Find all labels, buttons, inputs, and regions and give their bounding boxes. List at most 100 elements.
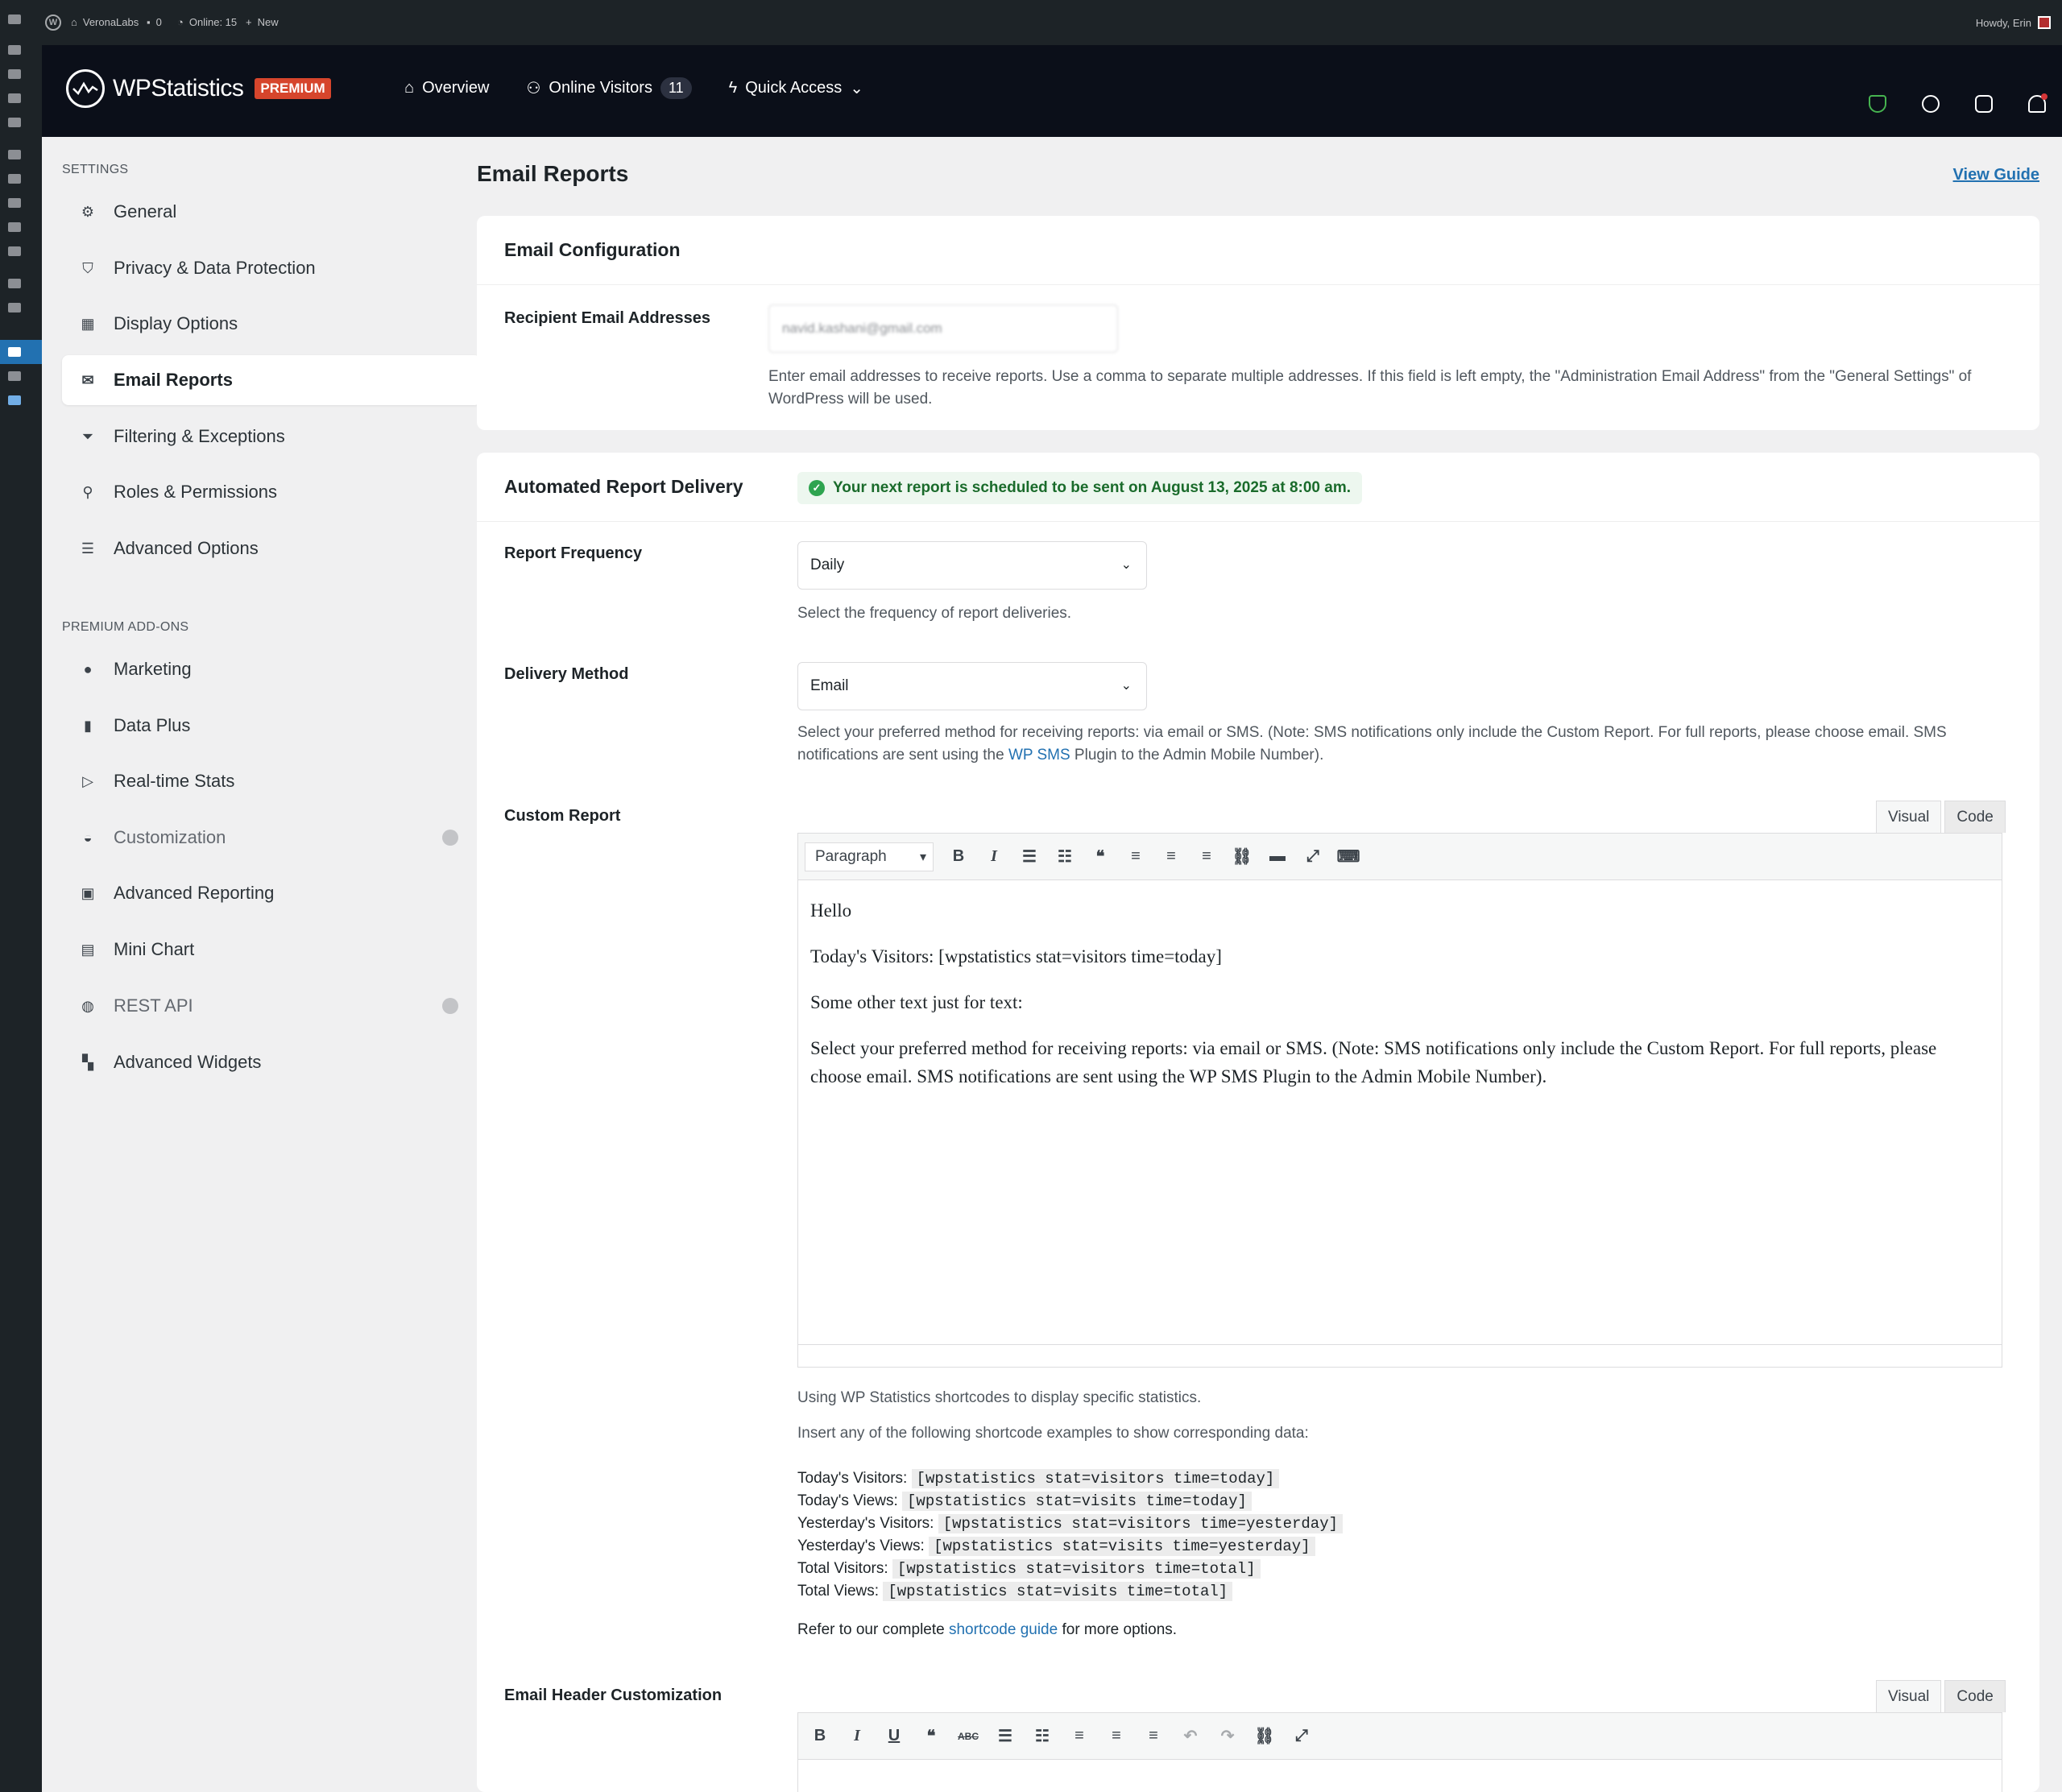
align-right-icon[interactable]: ≡ <box>1143 1726 1164 1747</box>
redo-icon[interactable]: ↷ <box>1217 1726 1238 1747</box>
appearance-icon[interactable] <box>8 150 21 159</box>
pin-icon[interactable] <box>8 45 21 55</box>
shortcode-list: Today's Visitors: [wpstatistics stat=vis… <box>797 1467 1343 1603</box>
api-icon: ◍ <box>81 997 94 1014</box>
delivery-method-help-text: Select your preferred method for receivi… <box>797 724 1947 764</box>
tab-code[interactable]: Code <box>1944 801 2006 833</box>
align-left-icon[interactable]: ≡ <box>1069 1726 1090 1747</box>
editor-resize-bar[interactable] <box>798 1344 2002 1367</box>
sidebar-item-filtering[interactable]: ⏷ Filtering & Exceptions <box>62 412 481 461</box>
mail-icon[interactable] <box>8 279 21 288</box>
sidebar-item-privacy[interactable]: ⛉ Privacy & Data Protection <box>62 243 481 293</box>
link-icon[interactable]: ⛓ <box>1254 1726 1275 1747</box>
bold-icon[interactable]: B <box>948 846 969 867</box>
shortcode-guide-link[interactable]: shortcode guide <box>949 1621 1058 1638</box>
email-configuration-title: Email Configuration <box>477 216 2039 285</box>
blockquote-icon[interactable]: ❝ <box>921 1726 942 1747</box>
list-item: Today's Visitors: [wpstatistics stat=vis… <box>797 1467 1343 1490</box>
shield-check-icon: ⛉ <box>82 259 93 276</box>
wp-logo-menu[interactable]: W <box>45 14 61 31</box>
shortcode-guide-text: Refer to our complete shortcode guide fo… <box>797 1621 1178 1638</box>
page-title: Email Reports <box>477 161 629 186</box>
toolbar-toggle-icon[interactable]: ⌨ <box>1337 846 1360 867</box>
delivery-method-select[interactable]: Email ⌄ <box>797 662 1147 710</box>
new-content-link[interactable]: + New <box>246 16 279 28</box>
plugins-icon[interactable] <box>8 174 21 184</box>
link-icon[interactable]: ⛓ <box>1232 846 1253 867</box>
wp-sms-link[interactable]: WP SMS <box>1008 747 1070 764</box>
frequency-select[interactable]: Daily ⌄ <box>797 541 1147 590</box>
my-account-link[interactable]: Howdy, Erin <box>1976 16 2051 29</box>
sidebar-item-advanced-options[interactable]: ☰ Advanced Options <box>62 524 481 573</box>
online-link[interactable]: ◔ Online: 15 <box>177 16 237 28</box>
bell-icon[interactable] <box>2028 93 2048 113</box>
italic-icon[interactable]: I <box>983 846 1004 867</box>
bullet-list-icon[interactable]: ☰ <box>995 1726 1016 1747</box>
sidebar-item-rest-api[interactable]: ◍ REST API <box>62 981 481 1031</box>
tab-visual[interactable]: Visual <box>1876 801 1942 833</box>
sidebar-item-email-reports[interactable]: ✉ Email Reports <box>62 355 481 405</box>
statistics-icon[interactable] <box>8 347 21 357</box>
numbered-list-icon[interactable]: ☷ <box>1032 1726 1053 1747</box>
fullscreen-icon[interactable]: ⤢ <box>1291 1726 1312 1747</box>
sidebar-item-display-options[interactable]: ▦ Display Options <box>62 299 481 349</box>
admin-menu-item-active[interactable] <box>0 340 42 364</box>
gear-icon[interactable] <box>1922 95 1940 113</box>
bullet-list-icon[interactable]: ☰ <box>1019 846 1040 867</box>
undo-icon[interactable]: ↶ <box>1180 1726 1201 1747</box>
chevron-down-icon: ⌄ <box>1120 679 1132 693</box>
sidebar-item-mini-chart[interactable]: ▤ Mini Chart <box>62 925 481 975</box>
sidebar-item-marketing[interactable]: ● Marketing <box>62 644 481 694</box>
sidebar-item-roles[interactable]: ⚲ Roles & Permissions <box>62 467 481 517</box>
read-more-icon[interactable]: ▬ <box>1267 846 1288 867</box>
underline-icon[interactable]: U <box>884 1726 905 1747</box>
tools-icon[interactable] <box>8 222 21 232</box>
shield-icon[interactable] <box>1869 95 1886 113</box>
italic-icon[interactable]: I <box>847 1726 867 1747</box>
comments-icon[interactable] <box>8 118 21 127</box>
circle-icon[interactable] <box>8 395 21 405</box>
settings-icon[interactable] <box>8 246 21 256</box>
format-select[interactable]: Paragraph <box>805 842 934 871</box>
align-left-icon[interactable]: ≡ <box>1125 846 1146 867</box>
email-header-editor: B I U ❝ ABC ☰ ☷ ≡ ≡ ≡ ↶ ↷ ⛓ ⤢ <box>797 1712 2002 1792</box>
sidebar-item-data-plus[interactable]: ▮ Data Plus <box>62 701 481 751</box>
sidebar-item-advanced-reporting[interactable]: ▣ Advanced Reporting <box>62 868 481 918</box>
align-right-icon[interactable]: ≡ <box>1196 846 1217 867</box>
tab-visual[interactable]: Visual <box>1876 1680 1942 1712</box>
dashboard-icon[interactable] <box>8 14 21 24</box>
fullscreen-icon[interactable]: ⤢ <box>1302 846 1323 867</box>
pages-icon[interactable] <box>8 93 21 103</box>
frequency-label: Report Frequency <box>504 544 643 562</box>
comments-link[interactable]: ▪ 0 <box>147 16 162 28</box>
nav-quick-access[interactable]: ϟ Quick Access ⌄ <box>729 77 863 99</box>
sidebar-item-advanced-widgets[interactable]: ▚ Advanced Widgets <box>62 1037 481 1087</box>
site-name-link[interactable]: ⌂ VeronaLabs <box>71 16 139 28</box>
sidebar-item-realtime-stats[interactable]: ▷ Real-time Stats <box>62 756 481 806</box>
sidebar-item-customization[interactable]: ◒ Customization <box>62 813 481 863</box>
bold-icon[interactable]: B <box>809 1726 830 1747</box>
chart-icon[interactable] <box>8 371 21 381</box>
strikethrough-icon[interactable]: ABC <box>958 1726 979 1747</box>
menu-icon[interactable] <box>8 303 21 312</box>
users-icon[interactable] <box>8 198 21 208</box>
online-icon: ◔ <box>177 16 184 28</box>
view-guide-link[interactable]: View Guide <box>1953 166 2039 184</box>
editor-toolbar: Paragraph B I ☰ ☷ ❝ ≡ ≡ ≡ ⛓ ▬ ⤢ ⌨ <box>798 834 2002 880</box>
nav-online-visitors[interactable]: ⚇ Online Visitors 11 <box>526 77 692 99</box>
numbered-list-icon[interactable]: ☷ <box>1054 846 1075 867</box>
help-icon[interactable] <box>1975 95 1993 113</box>
nav-overview[interactable]: ⌂ Overview <box>404 77 489 99</box>
sidebar-item-general[interactable]: ⚙ General <box>62 187 481 237</box>
shortcode-intro: Using WP Statistics shortcodes to displa… <box>797 1389 1202 1406</box>
tab-code[interactable]: Code <box>1944 1680 2006 1712</box>
blockquote-icon[interactable]: ❝ <box>1090 846 1111 867</box>
align-center-icon[interactable]: ≡ <box>1106 1726 1127 1747</box>
align-center-icon[interactable]: ≡ <box>1161 846 1182 867</box>
report-icon: ▣ <box>81 884 95 901</box>
media-icon[interactable] <box>8 69 21 79</box>
brand-logo[interactable]: WPStatistics PREMIUM <box>66 69 331 108</box>
paint-icon: ◒ <box>83 829 93 846</box>
editor-content[interactable]: Hello Today's Visitors: [wpstatistics st… <box>798 880 2002 1124</box>
recipient-email-input[interactable]: navid.kashani@gmail.com <box>768 304 1118 353</box>
